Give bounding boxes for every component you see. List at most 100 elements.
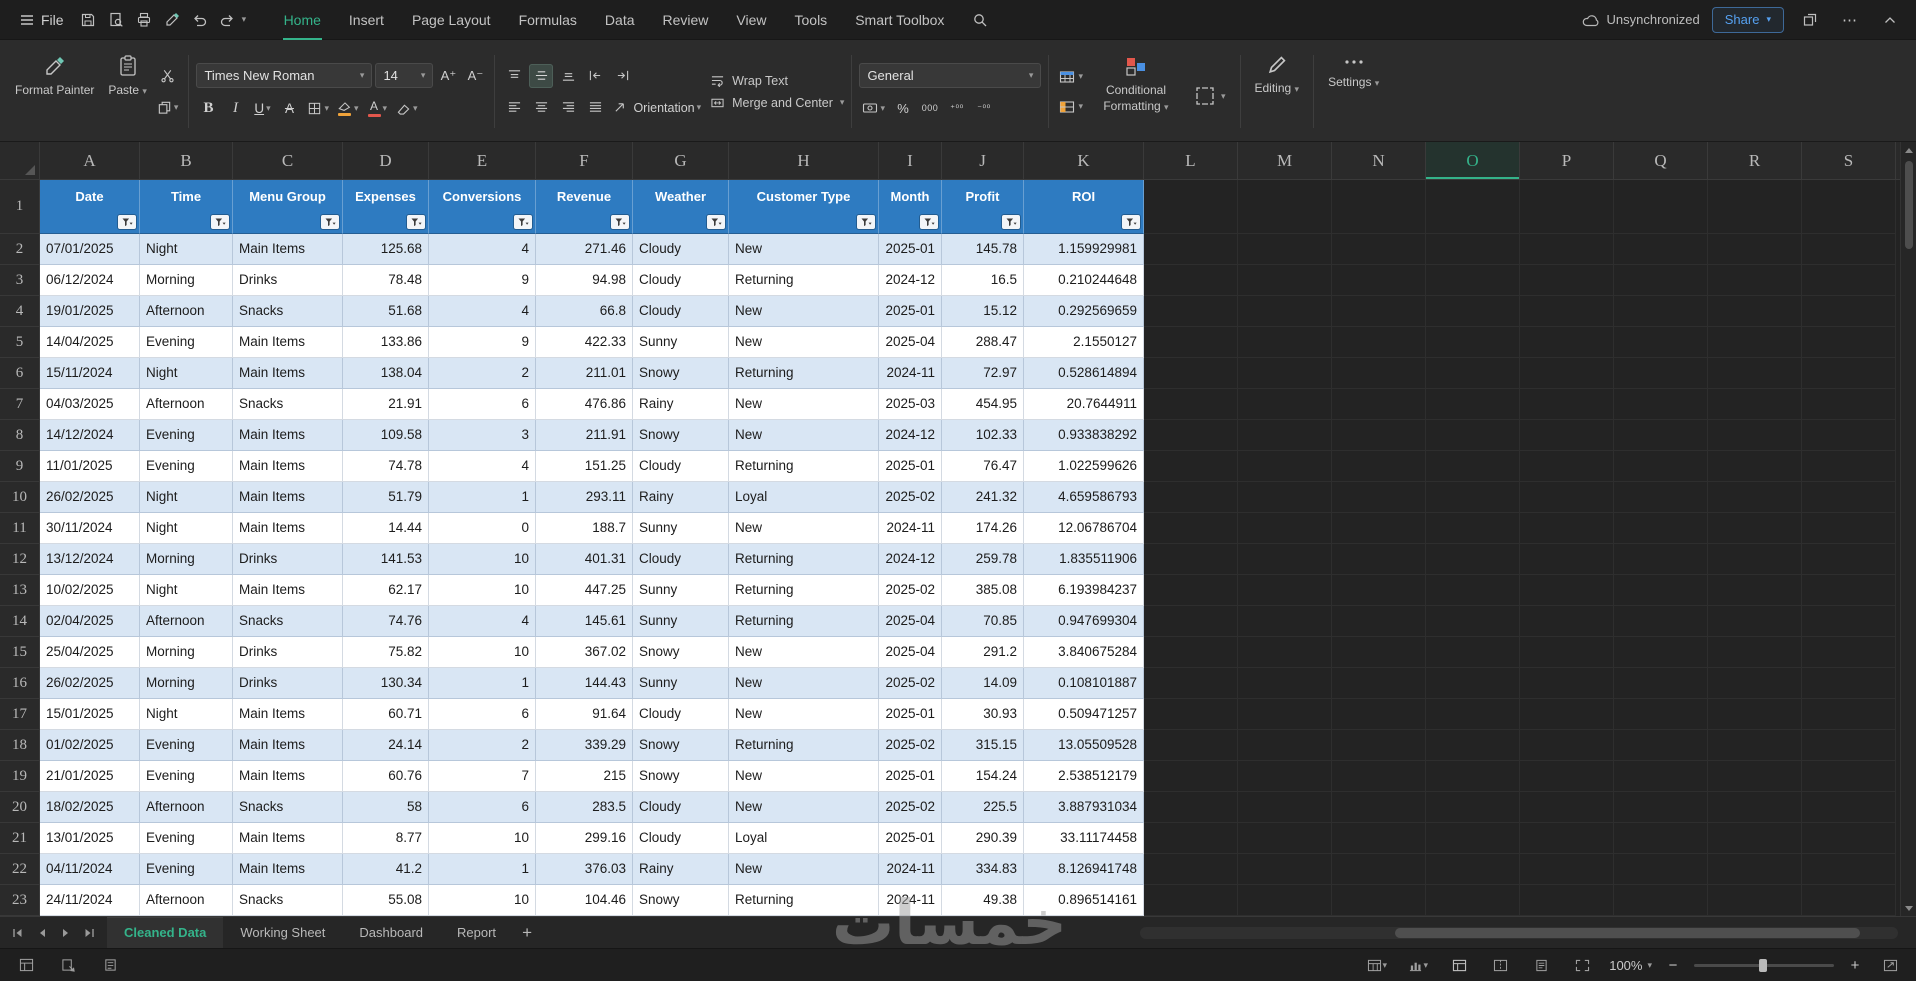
merge-center-button[interactable]: Merge and Center ▾ — [710, 96, 844, 110]
cell-K18[interactable]: 13.05509528 — [1024, 730, 1144, 761]
cell-style-button[interactable]: ▾ — [1056, 96, 1086, 118]
cell-J10[interactable]: 241.32 — [942, 482, 1024, 513]
cell-A20[interactable]: 18/02/2025 — [40, 792, 140, 823]
row-header-6[interactable]: 6 — [0, 358, 40, 389]
align-right-button[interactable] — [556, 96, 580, 120]
menu-tab-page-layout[interactable]: Page Layout — [398, 0, 505, 40]
cell-D23[interactable]: 55.08 — [343, 885, 429, 916]
cell-P3[interactable] — [1520, 265, 1614, 296]
cell-B11[interactable]: Night — [140, 513, 233, 544]
filter-button-expenses[interactable] — [407, 215, 425, 229]
cell-R9[interactable] — [1708, 451, 1802, 482]
cell-H5[interactable]: New — [729, 327, 879, 358]
cell-O7[interactable] — [1426, 389, 1520, 420]
cell-O21[interactable] — [1426, 823, 1520, 854]
cell-K15[interactable]: 3.840675284 — [1024, 637, 1144, 668]
cell-J13[interactable]: 385.08 — [942, 575, 1024, 606]
cell-Q16[interactable] — [1614, 668, 1708, 699]
cell-R21[interactable] — [1708, 823, 1802, 854]
cell-J6[interactable]: 72.97 — [942, 358, 1024, 389]
cell-I8[interactable]: 2024-12 — [879, 420, 942, 451]
cell-C2[interactable]: Main Items — [233, 234, 343, 265]
cell-H2[interactable]: New — [729, 234, 879, 265]
cell-J15[interactable]: 291.2 — [942, 637, 1024, 668]
cell-N9[interactable] — [1332, 451, 1426, 482]
cell-F3[interactable]: 94.98 — [536, 265, 633, 296]
paste-button[interactable]: Paste ▾ — [101, 45, 154, 138]
cell-J5[interactable]: 288.47 — [942, 327, 1024, 358]
cell-K8[interactable]: 0.933838292 — [1024, 420, 1144, 451]
cell-I7[interactable]: 2025-03 — [879, 389, 942, 420]
cell-I22[interactable]: 2024-11 — [879, 854, 942, 885]
cell-Q4[interactable] — [1614, 296, 1708, 327]
fill-color-button[interactable]: ▾ — [335, 96, 362, 120]
cell-I18[interactable]: 2025-02 — [879, 730, 942, 761]
cell-H4[interactable]: New — [729, 296, 879, 327]
cell-S11[interactable] — [1802, 513, 1896, 544]
cell-B4[interactable]: Afternoon — [140, 296, 233, 327]
zoom-level[interactable]: 100% ▾ — [1609, 958, 1652, 973]
cell-J23[interactable]: 49.38 — [942, 885, 1024, 916]
column-header-I[interactable]: I — [879, 142, 942, 179]
cell-F21[interactable]: 299.16 — [536, 823, 633, 854]
zoom-slider-thumb[interactable] — [1759, 958, 1767, 972]
cell-F14[interactable]: 145.61 — [536, 606, 633, 637]
cell-E10[interactable]: 1 — [429, 482, 536, 513]
filter-button-revenue[interactable] — [611, 215, 629, 229]
cell-F11[interactable]: 188.7 — [536, 513, 633, 544]
justify-button[interactable] — [583, 96, 607, 120]
cell-I16[interactable]: 2025-02 — [879, 668, 942, 699]
column-header-S[interactable]: S — [1802, 142, 1896, 179]
row-header-18[interactable]: 18 — [0, 730, 40, 761]
zoom-out-button[interactable]: − — [1665, 957, 1681, 974]
cell-S20[interactable] — [1802, 792, 1896, 823]
cell-R12[interactable] — [1708, 544, 1802, 575]
sheet-tab-report[interactable]: Report — [440, 917, 513, 948]
cell-I21[interactable]: 2025-01 — [879, 823, 942, 854]
cell-J20[interactable]: 225.5 — [942, 792, 1024, 823]
column-header-L[interactable]: L — [1144, 142, 1238, 179]
cell-O10[interactable] — [1426, 482, 1520, 513]
cell-L16[interactable] — [1144, 668, 1238, 699]
cell-O11[interactable] — [1426, 513, 1520, 544]
cell-S17[interactable] — [1802, 699, 1896, 730]
cell-A14[interactable]: 02/04/2025 — [40, 606, 140, 637]
comma-format-button[interactable]: 000 — [918, 96, 942, 120]
cell-P19[interactable] — [1520, 761, 1614, 792]
cell-D19[interactable]: 60.76 — [343, 761, 429, 792]
cell-L8[interactable] — [1144, 420, 1238, 451]
cell-F16[interactable]: 144.43 — [536, 668, 633, 699]
cell-A22[interactable]: 04/11/2024 — [40, 854, 140, 885]
cell-L17[interactable] — [1144, 699, 1238, 730]
cell-M19[interactable] — [1238, 761, 1332, 792]
cell-K17[interactable]: 0.509471257 — [1024, 699, 1144, 730]
cell-K4[interactable]: 0.292569659 — [1024, 296, 1144, 327]
cell-B20[interactable]: Afternoon — [140, 792, 233, 823]
cell-J21[interactable]: 290.39 — [942, 823, 1024, 854]
table-header-weather[interactable]: Weather — [633, 180, 729, 234]
cell-A23[interactable]: 24/11/2024 — [40, 885, 140, 916]
cell-M4[interactable] — [1238, 296, 1332, 327]
cell-Q12[interactable] — [1614, 544, 1708, 575]
cell-G17[interactable]: Cloudy — [633, 699, 729, 730]
cell-R22[interactable] — [1708, 854, 1802, 885]
column-header-D[interactable]: D — [343, 142, 429, 179]
cell-B17[interactable]: Night — [140, 699, 233, 730]
cell-O19[interactable] — [1426, 761, 1520, 792]
collapse-ribbon-button[interactable] — [1876, 6, 1904, 34]
cell-R23[interactable] — [1708, 885, 1802, 916]
sheet-tab-working-sheet[interactable]: Working Sheet — [223, 917, 342, 948]
cell-H13[interactable]: Returning — [729, 575, 879, 606]
cell-O5[interactable] — [1426, 327, 1520, 358]
cell-M1[interactable] — [1238, 180, 1332, 234]
cell-C14[interactable]: Snacks — [233, 606, 343, 637]
cell-N4[interactable] — [1332, 296, 1426, 327]
search-button[interactable] — [966, 6, 994, 34]
cell-J7[interactable]: 454.95 — [942, 389, 1024, 420]
cell-D2[interactable]: 125.68 — [343, 234, 429, 265]
cell-I19[interactable]: 2025-01 — [879, 761, 942, 792]
cell-L10[interactable] — [1144, 482, 1238, 513]
cell-M5[interactable] — [1238, 327, 1332, 358]
cell-M12[interactable] — [1238, 544, 1332, 575]
cell-N14[interactable] — [1332, 606, 1426, 637]
